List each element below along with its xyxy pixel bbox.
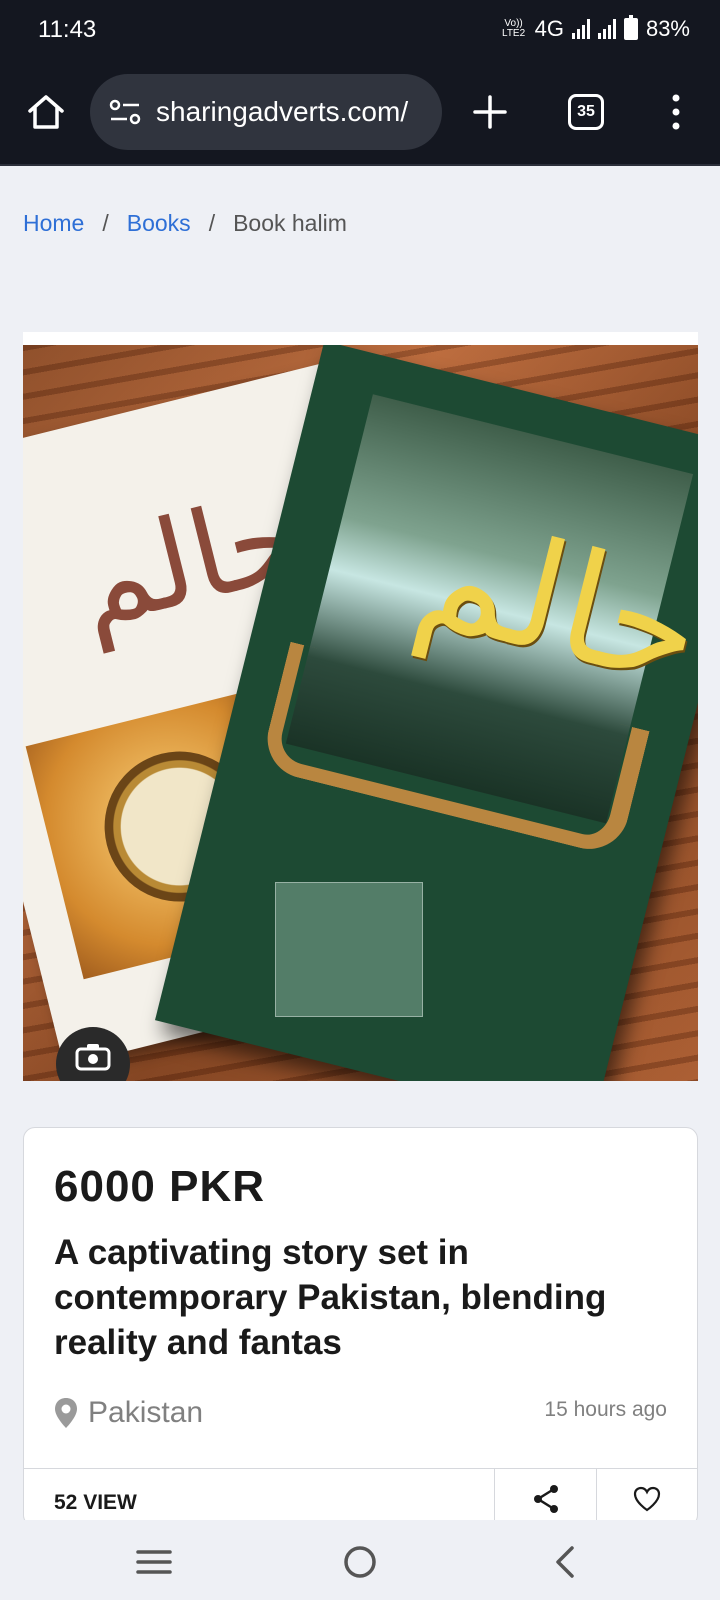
breadcrumb-home[interactable]: Home — [23, 210, 84, 237]
back-icon[interactable] — [544, 1540, 588, 1584]
tab-switcher-icon[interactable]: 35 — [568, 94, 604, 130]
status-bar: 11:43 Vo)) LTE2 4G 83% — [0, 0, 720, 62]
home-nav-icon[interactable] — [338, 1540, 382, 1584]
product-image[interactable]: حالم حالم — [23, 345, 698, 1081]
signal-icon-2 — [597, 19, 616, 39]
breadcrumb-separator: / — [208, 210, 216, 236]
status-indicators: Vo)) LTE2 4G 83% — [501, 15, 690, 42]
share-icon — [533, 1485, 558, 1513]
home-icon[interactable] — [26, 92, 66, 132]
battery-icon — [623, 15, 638, 40]
listing-title[interactable]: A captivating story set in contemporary … — [54, 1230, 664, 1365]
card-footer: 52 VIEW — [24, 1468, 697, 1529]
breadcrumb-current: Book halim — [233, 210, 347, 236]
url-text: sharingadverts.com/ — [156, 96, 409, 127]
tab-count: 35 — [577, 103, 595, 120]
battery-level: 83% — [645, 16, 690, 41]
posted-time: 15 hours ago — [544, 1398, 667, 1421]
heart-icon — [633, 1486, 661, 1512]
view-count: 52 VIEW — [54, 1491, 137, 1514]
breadcrumb-books[interactable]: Books — [127, 210, 191, 237]
status-time: 11:43 — [38, 16, 97, 43]
image-gallery[interactable]: حالم حالم — [23, 332, 698, 1081]
signal-icon — [571, 19, 590, 39]
network-type: 4G — [534, 16, 564, 41]
listing-location: Pakistan — [54, 1396, 203, 1430]
browser-toolbar: sharingadverts.com/ 35 — [0, 62, 720, 166]
address-bar[interactable]: sharingadverts.com/ — [90, 74, 442, 150]
breadcrumb: Home / Books / Book halim — [23, 210, 347, 237]
location-pin-icon — [55, 1398, 77, 1428]
camera-glyph — [75, 1044, 111, 1071]
system-nav-bar — [0, 1520, 720, 1600]
volte-indicator: Vo)) LTE2 — [502, 18, 526, 39]
site-settings-icon[interactable] — [108, 97, 142, 127]
recents-icon[interactable] — [132, 1540, 176, 1584]
image-thumbnail-overlay — [275, 882, 423, 1017]
listing-card: 6000 PKR A captivating story set in cont… — [23, 1127, 698, 1529]
more-vert-icon[interactable] — [668, 92, 684, 132]
location-text: Pakistan — [88, 1396, 204, 1429]
listing-price: 6000 PKR — [54, 1162, 266, 1211]
breadcrumb-separator: / — [102, 210, 109, 236]
plus-icon[interactable] — [470, 92, 510, 132]
